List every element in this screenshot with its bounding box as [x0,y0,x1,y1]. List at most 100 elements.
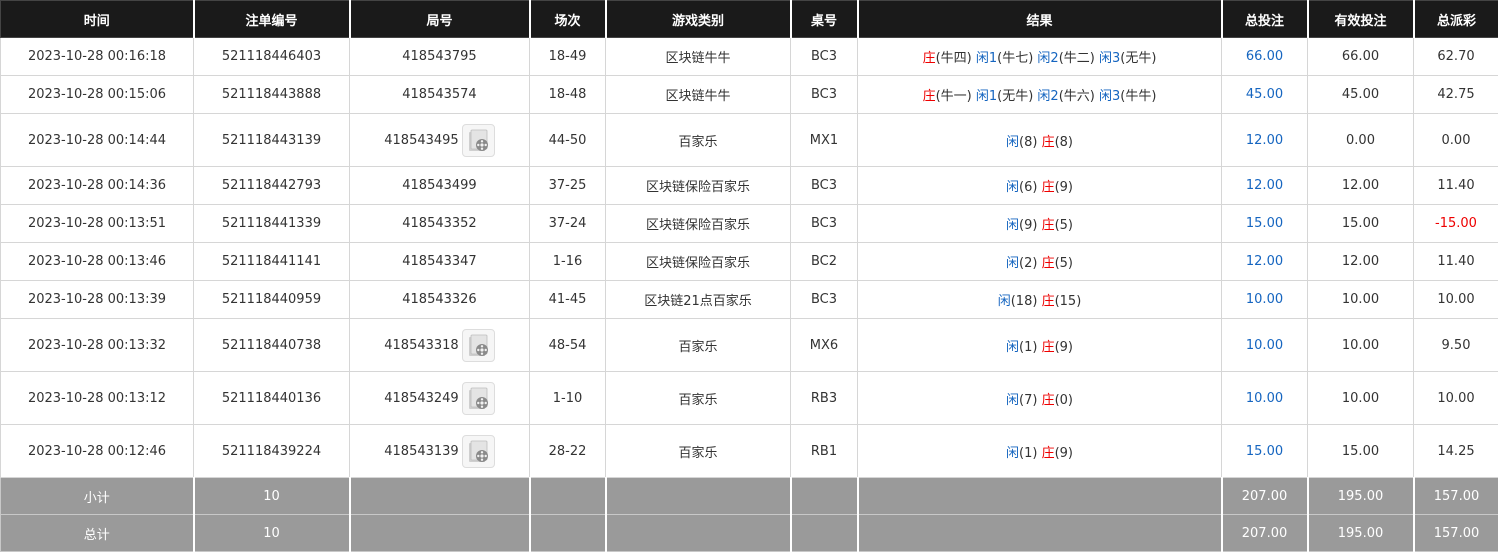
cell-payout: 0.00 [1414,114,1498,167]
cell-payout: 11.40 [1414,167,1498,205]
result-segment: (6) [1019,180,1042,195]
result-segment: (9) [1019,218,1042,233]
result-segment: (1) [1019,340,1042,355]
cell-valid-bet: 10.00 [1308,372,1414,425]
cell-total-bet: 66.00 [1222,38,1308,76]
cell-round: 418543249 [350,372,530,425]
result-segment: (8) [1055,135,1073,150]
cell-valid-bet: 15.00 [1308,425,1414,478]
cell-total-bet: 15.00 [1222,425,1308,478]
grandtotal-total-bet: 207.00 [1222,515,1308,552]
cell-time: 2023-10-28 00:14:44 [1,114,194,167]
cell-total-bet: 10.00 [1222,319,1308,372]
cell-table: MX6 [791,319,858,372]
cell-order-number: 521118442793 [194,167,350,205]
cell-game-type: 区块链保险百家乐 [606,243,791,281]
cell-game-type: 百家乐 [606,114,791,167]
cell-order-number: 521118443888 [194,76,350,114]
result-segment: 庄 [1042,256,1055,271]
subtotal-valid-bet: 195.00 [1308,478,1414,515]
grandtotal-label: 总计 [1,515,194,552]
cell-total-bet: 45.00 [1222,76,1308,114]
col-header-valid-bet: 有效投注 [1308,1,1414,38]
result-segment: 庄 [1042,340,1055,355]
cell-round: 418543326 [350,281,530,319]
table-row: 2023-10-28 00:12:46521118439224418543139… [1,425,1498,478]
grandtotal-valid-bet: 195.00 [1308,515,1414,552]
result-segment: (牛六) [1059,89,1099,104]
round-number: 418543139 [384,444,458,459]
cell-game-type: 百家乐 [606,425,791,478]
cell-result: 闲(2) 庄(5) [858,243,1222,281]
cell-time: 2023-10-28 00:16:18 [1,38,194,76]
cell-total-bet: 12.00 [1222,114,1308,167]
result-segment: 庄 [1042,294,1055,309]
result-segment: (无牛) [997,89,1037,104]
grandtotal-count: 10 [194,515,350,552]
result-segment: 庄 [1042,180,1055,195]
result-segment: (5) [1055,256,1073,271]
cell-time: 2023-10-28 00:13:32 [1,319,194,372]
cell-table: BC2 [791,243,858,281]
video-replay-icon[interactable] [462,435,495,468]
round-number: 418543352 [402,216,476,231]
result-segment: (8) [1019,135,1042,150]
cell-order-number: 521118441339 [194,205,350,243]
bet-records-table: 时间 注单编号 局号 场次 游戏类别 桌号 结果 总投注 有效投注 总派彩 20… [0,0,1498,552]
table-row: 2023-10-28 00:14:36521118442793418543499… [1,167,1498,205]
result-segment: (牛一) [936,89,976,104]
cell-valid-bet: 45.00 [1308,76,1414,114]
cell-valid-bet: 10.00 [1308,319,1414,372]
result-segment: 闲 [1006,135,1019,150]
col-header-game-type: 游戏类别 [606,1,791,38]
cell-time: 2023-10-28 00:13:51 [1,205,194,243]
cell-result: 庄(牛四) 闲1(牛七) 闲2(牛二) 闲3(无牛) [858,38,1222,76]
cell-total-bet: 10.00 [1222,281,1308,319]
result-segment: 庄 [1042,446,1055,461]
cell-game-no: 1-10 [530,372,606,425]
cell-total-bet: 12.00 [1222,243,1308,281]
video-replay-icon[interactable] [462,124,495,157]
result-segment: (15) [1055,294,1082,309]
col-header-time: 时间 [1,1,194,38]
video-replay-icon[interactable] [462,382,495,415]
cell-round: 418543795 [350,38,530,76]
col-header-game-no: 场次 [530,1,606,38]
cell-result: 闲(7) 庄(0) [858,372,1222,425]
cell-result: 闲(8) 庄(8) [858,114,1222,167]
result-segment: 庄 [1042,218,1055,233]
header-row: 时间 注单编号 局号 场次 游戏类别 桌号 结果 总投注 有效投注 总派彩 [1,1,1498,38]
subtotal-total-bet: 207.00 [1222,478,1308,515]
result-segment: 闲2 [1037,51,1058,66]
cell-payout: 62.70 [1414,38,1498,76]
cell-table: BC3 [791,38,858,76]
result-segment: 闲 [1006,446,1019,461]
round-number: 418543326 [402,292,476,307]
table-row: 2023-10-28 00:15:06521118443888418543574… [1,76,1498,114]
cell-result: 庄(牛一) 闲1(无牛) 闲2(牛六) 闲3(牛牛) [858,76,1222,114]
col-header-order: 注单编号 [194,1,350,38]
cell-time: 2023-10-28 00:13:46 [1,243,194,281]
round-number: 418543795 [402,49,476,64]
cell-result: 闲(1) 庄(9) [858,319,1222,372]
result-segment: (7) [1019,393,1042,408]
cell-time: 2023-10-28 00:14:36 [1,167,194,205]
table-row: 2023-10-28 00:13:39521118440959418543326… [1,281,1498,319]
result-segment: 庄 [1042,393,1055,408]
cell-payout: 10.00 [1414,372,1498,425]
result-segment: 闲 [998,294,1011,309]
table-row: 2023-10-28 00:13:32521118440738418543318… [1,319,1498,372]
result-segment: 闲2 [1037,89,1058,104]
video-replay-icon[interactable] [462,329,495,362]
cell-round: 418543495 [350,114,530,167]
round-number: 418543318 [384,338,458,353]
result-segment: (9) [1055,446,1073,461]
cell-game-no: 37-25 [530,167,606,205]
result-segment: (无牛) [1120,51,1156,66]
result-segment: 庄 [1042,135,1055,150]
cell-valid-bet: 12.00 [1308,167,1414,205]
result-segment: (牛牛) [1120,89,1156,104]
cell-total-bet: 15.00 [1222,205,1308,243]
cell-table: MX1 [791,114,858,167]
table-row: 2023-10-28 00:13:51521118441339 418543352… [1,205,1498,243]
